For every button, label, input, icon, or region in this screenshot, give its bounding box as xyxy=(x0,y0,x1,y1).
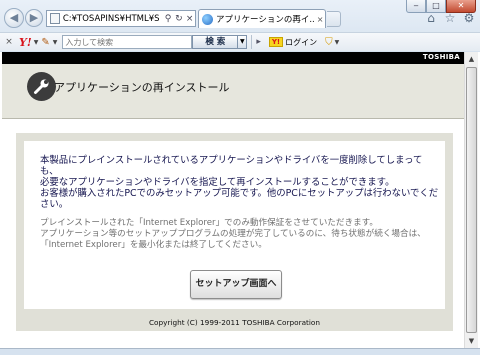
notice-line: 本製品にプレインストールされているアプリケーションやドライバを一度削除してしまっ… xyxy=(40,155,423,177)
brand-bar: TOSHIBA xyxy=(2,52,464,64)
scroll-thumb[interactable] xyxy=(466,67,477,333)
yahoo-badge: Y! xyxy=(268,37,284,47)
page-icon xyxy=(50,13,60,24)
home-icon[interactable]: ⌂ xyxy=(424,11,438,25)
note-line: アプリケーション等のセットアッププログラムの処理が完了しているのに、待ち状態が続… xyxy=(40,229,426,250)
shield-icon[interactable]: ⛉ xyxy=(325,37,333,48)
chevron-down-icon[interactable]: ▼ xyxy=(53,39,58,46)
tab-close-icon[interactable]: × xyxy=(315,15,325,24)
page-title: アプリケーションの再インストール xyxy=(54,81,230,94)
copyright-text: Copyright (C) 1999-2011 TOSHIBA Corporat… xyxy=(148,318,321,327)
note-line: プレインストールされた「Internet Explorer」でのみ動作保証をさせ… xyxy=(40,218,379,228)
content-frame: 本製品にプレインストールされているアプリケーションやドライバを一度削除してしまっ… xyxy=(16,133,453,331)
yahoo-logo[interactable]: Y! xyxy=(19,36,32,49)
tab-title: アプリケーションの再イ... xyxy=(216,15,316,25)
title-banner: アプリケーションの再インストール xyxy=(2,64,464,119)
chevron-down-icon[interactable]: ▼ xyxy=(335,39,340,46)
login-label: ログイン xyxy=(285,37,318,47)
toshiba-logo: TOSHIBA xyxy=(422,53,460,61)
refresh-icon[interactable]: ↻ xyxy=(173,14,184,24)
browser-tools: ⌂ ☆ ⚙ xyxy=(424,11,476,25)
window-bottom-edge xyxy=(0,348,480,355)
login-button[interactable]: Y! ログイン xyxy=(268,37,318,48)
scroll-up-icon[interactable]: ▲ xyxy=(465,52,478,66)
wrench-icon xyxy=(27,72,56,101)
new-tab-button[interactable] xyxy=(327,11,341,27)
notice-line: お客様が購入されたPCでのみセットアップ可能です。他のPCにセットアップは行わな… xyxy=(40,188,439,210)
toolbar-close-icon[interactable]: × xyxy=(2,37,16,47)
gear-icon[interactable]: ⚙ xyxy=(462,11,476,25)
yahoo-toolbar: × Y! ▼ ✎ ▼ 検 索 ▼ ▸ Y! ログイン ⛉ ▼ xyxy=(0,32,480,51)
tab-reinstall[interactable]: アプリケーションの再イ... × xyxy=(198,9,326,28)
forward-button[interactable]: ▶ xyxy=(25,9,43,27)
toolbar-divider xyxy=(251,35,253,49)
browser-chrome: ‒ □ ✕ ◀ ▶ C:¥TOSAPINS¥HTML¥S ⚲ ↻ × アプリケー… xyxy=(0,0,480,52)
navigation-bar: ◀ ▶ C:¥TOSAPINS¥HTML¥S ⚲ ↻ × アプリケーションの再イ… xyxy=(0,6,480,30)
ie-note-text: プレインストールされた「Internet Explorer」でのみ動作保証をさせ… xyxy=(40,218,440,251)
content-panel: 本製品にプレインストールされているアプリケーションやドライバを一度削除してしまっ… xyxy=(24,141,445,309)
ie-favicon-icon xyxy=(202,13,213,25)
scroll-down-icon[interactable]: ▼ xyxy=(465,334,478,348)
search-button[interactable]: 検 索 xyxy=(192,35,239,49)
pencil-icon[interactable]: ✎ xyxy=(41,37,49,48)
page-viewport: TOSHIBA アプリケーションの再インストール 本製品にプレインストールされて… xyxy=(2,52,464,348)
address-bar[interactable]: C:¥TOSAPINS¥HTML¥S ⚲ ↻ × xyxy=(46,10,196,27)
toolbar-search-input[interactable] xyxy=(62,35,193,49)
forward-arrow-icon: ▶ xyxy=(29,11,39,24)
back-arrow-icon: ◀ xyxy=(9,11,19,24)
chevron-down-icon[interactable]: ▼ xyxy=(34,39,39,46)
search-icon[interactable]: ⚲ xyxy=(163,14,174,24)
address-url[interactable]: C:¥TOSAPINS¥HTML¥S xyxy=(63,14,163,24)
go-to-setup-button[interactable]: セットアップ画面へ xyxy=(190,270,282,299)
back-button[interactable]: ◀ xyxy=(4,8,24,28)
notice-text: 本製品にプレインストールされているアプリケーションやドライバを一度削除してしまっ… xyxy=(40,155,440,210)
pin-icon[interactable]: ▸ xyxy=(256,37,261,47)
favorites-star-icon[interactable]: ☆ xyxy=(443,11,457,25)
vertical-scrollbar[interactable]: ▲ ▼ xyxy=(464,52,478,348)
close-icon[interactable]: × xyxy=(184,14,195,24)
notice-line: 必要なアプリケーションやドライバを指定して再インストールすることができます。 xyxy=(40,177,395,188)
search-dropdown-icon[interactable]: ▼ xyxy=(238,35,248,49)
